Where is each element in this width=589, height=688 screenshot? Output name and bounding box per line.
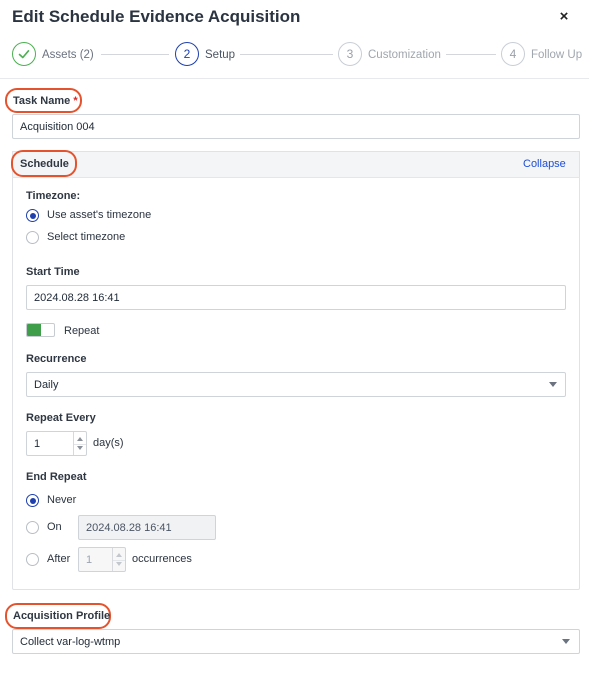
acquisition-profile-value: Collect var-log-wtmp <box>20 635 121 648</box>
close-icon[interactable]: × <box>557 8 571 25</box>
stepper-down-icon[interactable] <box>77 446 83 450</box>
repeat-label: Repeat <box>64 325 100 337</box>
repeat-toggle[interactable] <box>26 323 55 337</box>
dialog-title: Edit Schedule Evidence Acquisition <box>12 7 301 26</box>
start-time-input[interactable]: 2024.08.28 16:41 <box>26 285 566 310</box>
timezone-label: Timezone: <box>26 190 81 202</box>
recurrence-select[interactable]: Daily <box>26 372 566 397</box>
stepper-divider <box>74 443 86 445</box>
stepper-down-icon[interactable] <box>116 562 122 566</box>
step-connector <box>101 54 169 55</box>
end-after-value: 1 <box>86 553 93 566</box>
start-time-label: Start Time <box>26 266 80 278</box>
toggle-fill <box>27 324 41 336</box>
radio-label-on[interactable]: On <box>47 521 62 533</box>
stepper-divider <box>113 559 125 561</box>
step-setup-number[interactable]: 2 <box>175 42 199 66</box>
schedule-panel-header <box>12 151 580 178</box>
radio-end-on[interactable] <box>26 521 39 534</box>
repeat-every-value: 1 <box>34 437 41 450</box>
radio-label-use-asset-timezone[interactable]: Use asset's timezone <box>47 209 151 221</box>
step-connector <box>240 54 333 55</box>
chevron-down-icon[interactable] <box>549 382 557 387</box>
recurrence-value: Daily <box>34 378 59 391</box>
header-divider <box>0 78 589 79</box>
step-connector <box>446 54 496 55</box>
step-assets-check-icon[interactable] <box>12 42 36 66</box>
radio-label-never[interactable]: Never <box>47 494 76 506</box>
stepper-arrows[interactable] <box>73 432 86 455</box>
stepper-up-icon[interactable] <box>77 437 83 441</box>
repeat-every-stepper[interactable]: 1 <box>26 431 87 456</box>
end-on-date-input[interactable]: 2024.08.28 16:41 <box>78 515 216 540</box>
repeat-every-unit: day(s) <box>93 437 124 449</box>
radio-select-timezone[interactable] <box>26 231 39 244</box>
radio-end-never[interactable] <box>26 494 39 507</box>
stepper-up-icon[interactable] <box>116 553 122 557</box>
step-followup-number[interactable]: 4 <box>501 42 525 66</box>
step-customization-number[interactable]: 3 <box>338 42 362 66</box>
end-after-unit: occurrences <box>132 553 192 565</box>
chevron-down-icon[interactable] <box>562 639 570 644</box>
repeat-every-label: Repeat Every <box>26 412 96 424</box>
radio-end-after[interactable] <box>26 553 39 566</box>
step-followup-label[interactable]: Follow Up <box>531 49 582 61</box>
step-assets-label[interactable]: Assets (2) <box>42 49 94 61</box>
task-name-label: Task Name * <box>13 95 78 107</box>
radio-label-select-timezone[interactable]: Select timezone <box>47 231 125 243</box>
recurrence-label: Recurrence <box>26 353 87 365</box>
acquisition-profile-select[interactable]: Collect var-log-wtmp <box>12 629 580 654</box>
task-name-input[interactable]: Acquisition 004 <box>12 114 580 139</box>
radio-use-asset-timezone[interactable] <box>26 209 39 222</box>
collapse-link[interactable]: Collapse <box>523 158 566 170</box>
end-repeat-label: End Repeat <box>26 471 87 483</box>
step-setup-label[interactable]: Setup <box>205 49 235 61</box>
step-customization-label[interactable]: Customization <box>368 49 441 61</box>
end-after-stepper[interactable]: 1 <box>78 547 126 572</box>
schedule-title: Schedule <box>20 158 69 170</box>
stepper-arrows[interactable] <box>112 548 125 571</box>
acquisition-profile-label: Acquisition Profile <box>13 610 111 622</box>
radio-label-after[interactable]: After <box>47 553 70 565</box>
